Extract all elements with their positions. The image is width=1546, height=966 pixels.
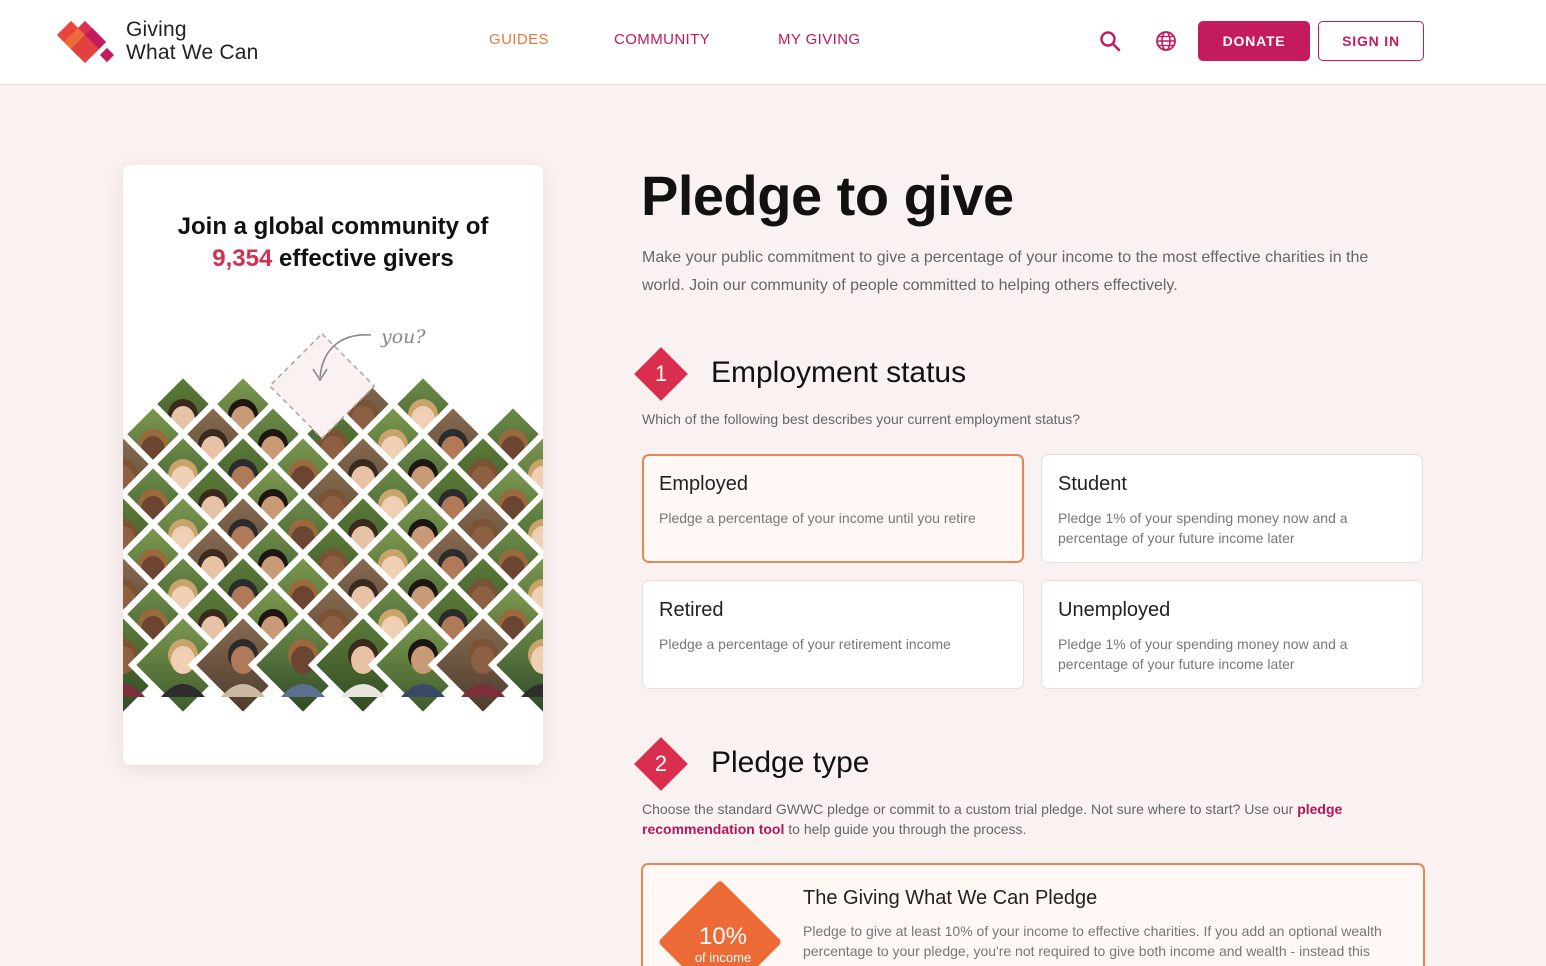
member-photo-mosaic: you?	[123, 325, 543, 765]
logo-text: Giving What We Can	[126, 18, 259, 64]
donate-button[interactable]: DONATE	[1198, 21, 1310, 61]
step-1-number: 1	[654, 361, 668, 386]
employment-status-desc: Which of the following best describes yo…	[642, 411, 1081, 427]
you-label: you?	[380, 326, 426, 348]
nav-guides[interactable]: GUIDES	[489, 31, 549, 48]
nav-community[interactable]: COMMUNITY	[614, 31, 710, 48]
community-card-title: Join a global community of 9,354 effecti…	[123, 211, 543, 275]
option-unemployed[interactable]: Unemployed Pledge 1% of your spending mo…	[1041, 580, 1423, 689]
option-desc: Pledge 1% of your spending money now and…	[1058, 636, 1348, 672]
pledge-percent: 10%	[698, 923, 748, 950]
search-icon[interactable]	[1097, 28, 1123, 54]
logo-mark-icon	[55, 17, 117, 65]
option-title: Employed	[659, 473, 748, 495]
page-title: Pledge to give	[641, 164, 1014, 227]
option-title: Retired	[659, 599, 724, 621]
option-desc: Pledge a percentage of your income until…	[659, 510, 976, 526]
option-desc: Pledge a percentage of your retirement i…	[659, 636, 951, 652]
giver-count: 9,354	[212, 245, 273, 272]
pledge-desc: Pledge to give at least 10% of your inco…	[803, 923, 1382, 966]
option-desc: Pledge 1% of your spending money now and…	[1058, 510, 1348, 546]
option-student[interactable]: Student Pledge 1% of your spending money…	[1041, 454, 1423, 563]
pledge-type-desc-text-end: to help guide you through the process.	[784, 821, 1027, 837]
option-employed[interactable]: Employed Pledge a percentage of your inc…	[642, 454, 1024, 563]
logo-line-2: What We Can	[126, 41, 259, 64]
card-title-line-1: Join a global community of	[177, 213, 489, 240]
site-header: Giving What We Can GUIDES COMMUNITY MY G…	[0, 0, 1546, 85]
pledge-title: The Giving What We Can Pledge	[803, 887, 1098, 909]
community-card: Join a global community of 9,354 effecti…	[123, 165, 543, 765]
logo-line-1: Giving	[126, 18, 187, 41]
pledge-type-heading: Pledge type	[711, 746, 870, 779]
card-title-rest: effective givers	[278, 245, 454, 272]
pledge-type-desc: Choose the standard GWWC pledge or commi…	[642, 799, 1412, 839]
nav-my-giving[interactable]: MY GIVING	[778, 31, 861, 48]
sign-in-button[interactable]: SIGN IN	[1318, 21, 1424, 61]
option-title: Student	[1058, 473, 1127, 495]
option-title: Unemployed	[1058, 599, 1171, 621]
pledge-type-desc-text: Choose the standard GWWC pledge or commi…	[642, 801, 1298, 817]
option-retired[interactable]: Retired Pledge a percentage of your reti…	[642, 580, 1024, 689]
card-title-line-2: 9,354 effective givers	[123, 243, 543, 275]
globe-icon[interactable]	[1153, 28, 1179, 54]
page-lead: Make your public commitment to give a pe…	[642, 249, 1369, 294]
pledge-percent-label: of income	[694, 950, 752, 965]
gwwc-pledge-option[interactable]: 10% of income The Giving What We Can Ple…	[641, 863, 1425, 966]
logo[interactable]: Giving What We Can	[55, 17, 259, 65]
step-2-number: 2	[654, 751, 668, 776]
employment-status-heading: Employment status	[711, 356, 967, 389]
